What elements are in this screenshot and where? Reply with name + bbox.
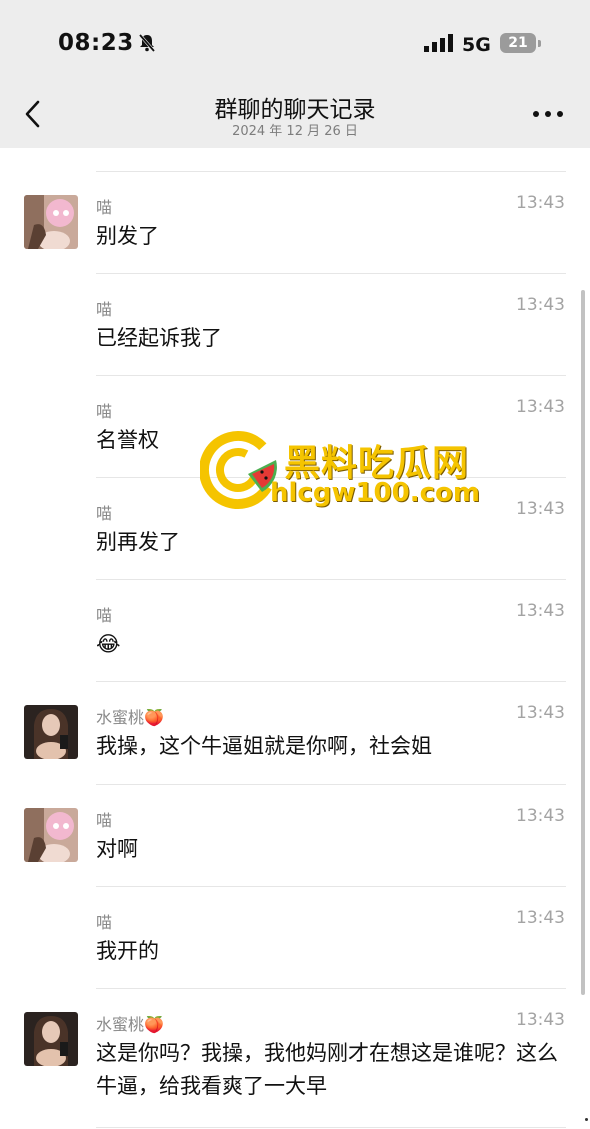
message-text: 别发了 [96, 224, 159, 248]
avatar[interactable] [24, 1012, 78, 1066]
message-text: 这是你吗？我操，我他妈刚才在想这是谁呢？这么牛逼，给我看爽了一大早 [96, 1041, 558, 1098]
sender-name: 喵 [96, 504, 113, 523]
message-text: 对啊 [96, 837, 138, 861]
message-time: 13:43 [516, 397, 565, 417]
divider [96, 477, 566, 478]
page-title: 群聊的聊天记录 [214, 97, 376, 123]
sender-name: 水蜜桃🍑 [96, 708, 164, 727]
top-bar: 08:23 5G 21 群聊的聊天记录 2024 年 12 月 26 日 [0, 0, 590, 148]
divider [96, 988, 566, 989]
battery-tip [538, 40, 541, 47]
status-time: 08:23 [58, 30, 134, 56]
message-emoji: 😂 [96, 632, 121, 656]
avatar[interactable] [24, 195, 78, 249]
message-time: 13:43 [516, 908, 565, 928]
sender-name: 喵 [96, 300, 113, 319]
page-subtitle: 2024 年 12 月 26 日 [232, 124, 358, 139]
divider [96, 375, 566, 376]
sender-name: 水蜜桃🍑 [96, 1015, 164, 1034]
divider [96, 171, 566, 172]
message-text: 我开的 [96, 939, 159, 963]
message-time: 13:43 [516, 601, 565, 621]
divider [96, 784, 566, 785]
message-time: 13:43 [516, 703, 565, 723]
message-time: 13:43 [516, 806, 565, 826]
divider [96, 579, 566, 580]
message-text: 别再发了 [96, 530, 180, 554]
pink-avatar-icon [24, 195, 78, 249]
sender-name: 喵 [96, 402, 113, 421]
watermark-url: hlcgw100.com [270, 478, 480, 508]
message-text: 已经起诉我了 [96, 326, 222, 350]
sender-name: 喵 [96, 811, 113, 830]
message-time: 13:43 [516, 1010, 565, 1030]
dark-avatar-icon [24, 705, 78, 759]
divider [96, 886, 566, 887]
pink-avatar-icon [24, 808, 78, 862]
divider [96, 273, 566, 274]
message-text: 名誉权 [96, 428, 159, 452]
scrollbar[interactable] [581, 290, 585, 995]
avatar[interactable] [24, 808, 78, 862]
dark-avatar-icon [24, 1012, 78, 1066]
bell-muted-icon [138, 34, 156, 52]
divider [96, 681, 566, 682]
sender-name: 喵 [96, 606, 113, 625]
avatar[interactable] [24, 705, 78, 759]
sender-name: 喵 [96, 913, 113, 932]
network-type: 5G [462, 34, 491, 56]
battery-icon: 21 [500, 33, 536, 53]
sender-name: 喵 [96, 198, 113, 217]
message-time: 13:43 [516, 295, 565, 315]
dot [585, 1118, 588, 1121]
divider [96, 1127, 566, 1128]
signal-icon [424, 34, 453, 52]
more-icon[interactable] [530, 104, 566, 124]
message-text: 我操，这个牛逼姐就是你啊，社会姐 [96, 734, 432, 758]
message-time: 13:43 [516, 499, 565, 519]
message-time: 13:43 [516, 193, 565, 213]
status-bar: 08:23 5G 21 [0, 0, 590, 88]
